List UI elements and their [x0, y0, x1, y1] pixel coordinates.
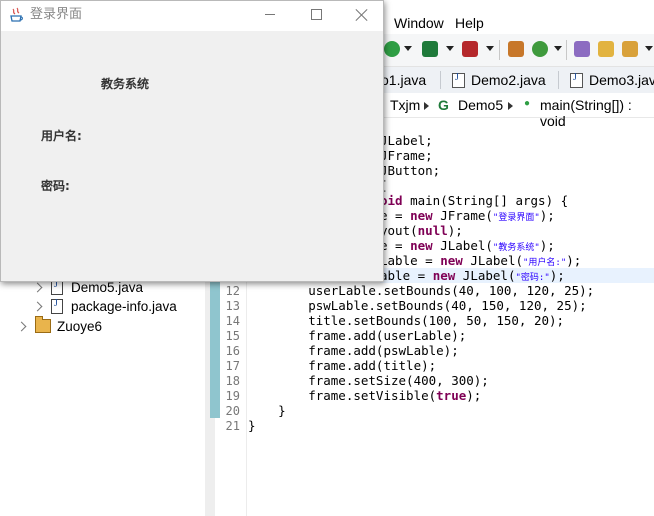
- code-line: frame.add(userLable);: [248, 328, 467, 343]
- breadcrumb-separator-icon: [424, 102, 429, 110]
- code-line: frame.add(title);: [248, 358, 437, 373]
- code-line: e = new JLabel("教务系统");: [380, 238, 555, 253]
- tab-demo3[interactable]: Demo3.java: [570, 67, 654, 93]
- java-app-icon: [10, 7, 23, 22]
- tab-demo2[interactable]: Demo2.java: [452, 67, 546, 93]
- line-number: 12: [225, 284, 240, 298]
- menu-window[interactable]: Window: [394, 15, 444, 31]
- debug-icon[interactable]: [422, 41, 438, 57]
- search-icon[interactable]: [622, 41, 638, 57]
- close-icon: [356, 9, 368, 21]
- toolbar-separator: [499, 40, 500, 60]
- code-line: userLable.setBounds(40, 100, 120, 25);: [248, 283, 595, 298]
- username-label: 用户名:: [41, 129, 82, 143]
- breadcrumb-package[interactable]: Txjm: [390, 97, 420, 113]
- system-title-label: 教务系统: [101, 77, 150, 91]
- java-file-icon: [51, 298, 63, 314]
- line-number: 16: [225, 344, 240, 358]
- external-tools-icon[interactable]: [462, 41, 478, 57]
- code-line: title.setBounds(100, 50, 150, 20);: [248, 313, 565, 328]
- line-number: 20: [225, 404, 240, 418]
- java-file-icon: [452, 72, 465, 88]
- maximize-icon: [311, 9, 322, 20]
- run-icon[interactable]: [384, 41, 400, 57]
- tree-item-zuoye6[interactable]: Zuoye6: [16, 316, 103, 336]
- tab-separator: [558, 71, 559, 89]
- code-line: }: [248, 403, 286, 418]
- tree-item-package-info[interactable]: package-info.java: [32, 296, 177, 316]
- maximize-button[interactable]: [293, 1, 339, 31]
- code-line: Lable = new JLabel("用户名:");: [380, 253, 582, 268]
- open-folder-icon[interactable]: [598, 41, 614, 57]
- code-line: yout(null);: [380, 223, 463, 238]
- tab-label: Demo2.java: [471, 72, 546, 88]
- close-button[interactable]: [339, 1, 385, 31]
- password-label: 密码:: [41, 179, 70, 193]
- code-line: pswLable.setBounds(40, 150, 120, 25);: [248, 298, 587, 313]
- window-title: 登录界面: [30, 7, 83, 22]
- project-folder-icon: [35, 316, 51, 333]
- java-file-icon: [570, 72, 583, 88]
- minimize-button[interactable]: [247, 1, 293, 31]
- line-number: 15: [225, 329, 240, 343]
- line-number: 19: [225, 389, 240, 403]
- new-package-icon[interactable]: [508, 41, 524, 57]
- chevron-right-icon[interactable]: [16, 321, 27, 331]
- change-ruler: [210, 280, 220, 418]
- code-line: e = new JFrame("登录界面");: [380, 208, 555, 223]
- minimize-icon: [265, 14, 275, 15]
- line-number: 17: [225, 359, 240, 373]
- menu-help[interactable]: Help: [455, 15, 484, 31]
- code-line: JButton;: [380, 163, 441, 178]
- code-line: frame.setVisible(true);: [248, 388, 482, 403]
- run-dropdown-icon[interactable]: [404, 46, 412, 51]
- code-line: oid main(String[] args) {: [380, 193, 569, 208]
- new-class-icon[interactable]: [532, 41, 548, 57]
- code-line-current: able = new JLabel("密码:");: [380, 268, 654, 283]
- breadcrumb-class[interactable]: Demo5: [458, 97, 503, 113]
- toolbar-separator: [566, 40, 567, 60]
- external-tools-dropdown-icon[interactable]: [486, 46, 494, 51]
- line-number: 13: [225, 299, 240, 313]
- code-line: frame.setSize(400, 300);: [248, 373, 489, 388]
- chevron-right-icon[interactable]: [32, 301, 43, 311]
- method-icon: ●: [524, 98, 531, 109]
- tab-separator: [440, 71, 441, 89]
- tab-demo1[interactable]: o1.java: [381, 67, 426, 93]
- code-line: JFrame;: [380, 148, 433, 163]
- line-number: 18: [225, 374, 240, 388]
- open-type-icon[interactable]: [574, 41, 590, 57]
- chevron-right-icon[interactable]: [32, 282, 43, 292]
- tab-label: o1.java: [381, 72, 427, 88]
- search-dropdown-icon[interactable]: [645, 46, 653, 51]
- breadcrumb-separator-icon: [508, 102, 513, 110]
- line-number: 14: [225, 314, 240, 328]
- new-class-dropdown-icon[interactable]: [554, 46, 562, 51]
- line-number: 21: [225, 419, 240, 433]
- tree-item-label: package-info.java: [71, 298, 177, 314]
- code-line: JLabel;: [380, 133, 433, 148]
- tree-item-label: Zuoye6: [57, 318, 103, 334]
- tab-label: Demo3.java: [589, 72, 654, 88]
- window-titlebar[interactable]: 登录界面: [1, 1, 383, 31]
- debug-dropdown-icon[interactable]: [446, 46, 454, 51]
- class-icon: G: [438, 97, 449, 113]
- code-line: frame.add(pswLable);: [248, 343, 459, 358]
- code-line: }: [248, 418, 256, 433]
- login-window: 登录界面 教务系统 用户名: 密码:: [0, 0, 384, 282]
